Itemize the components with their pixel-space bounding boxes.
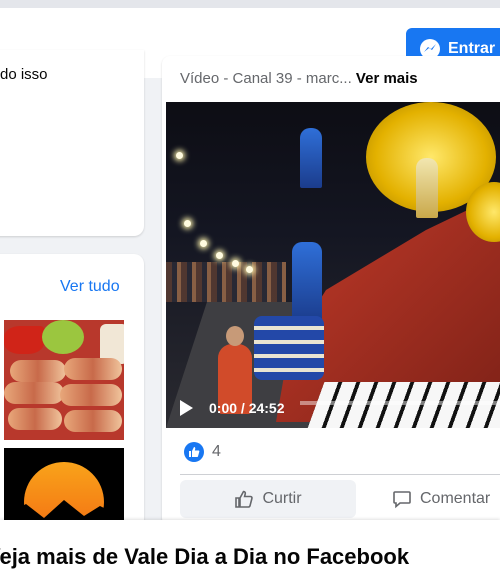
left-card-snippet: do isso (0, 66, 48, 83)
comment-icon (393, 491, 411, 509)
like-button-label: Curtir (262, 490, 302, 507)
like-outline-icon (235, 490, 254, 508)
photo-thumbnail-food[interactable] (4, 320, 124, 440)
action-divider (180, 474, 500, 475)
comment-button[interactable]: Comentar (392, 480, 500, 518)
video-player[interactable]: 0:00 / 24:52 (166, 102, 500, 428)
comment-button-label: Comentar (420, 490, 491, 507)
video-post: Vídeo - Canal 39 - marc... Ver mais 0:00… (162, 56, 500, 526)
post-caption: Vídeo - Canal 39 - marc... Ver mais (180, 70, 418, 87)
photo-thumbnail-logo[interactable] (4, 448, 124, 528)
login-banner: Veja mais de Vale Dia a Dia no Facebook (0, 520, 500, 580)
like-count: 4 (212, 443, 221, 460)
login-banner-text: Veja mais de Vale Dia a Dia no Facebook (0, 544, 410, 569)
like-button[interactable]: Curtir (180, 480, 356, 518)
video-controls: 0:00 / 24:52 (166, 388, 500, 428)
photos-card: Ver tudo (0, 254, 144, 554)
play-icon[interactable] (180, 400, 193, 416)
see-more-link[interactable]: Ver mais (356, 70, 418, 87)
see-all-link[interactable]: Ver tudo (60, 278, 120, 296)
reaction-summary[interactable]: 4 (184, 442, 221, 462)
post-caption-text: Vídeo - Canal 39 - marc... (180, 70, 352, 87)
left-card: do isso (0, 50, 144, 236)
video-progress-bar[interactable] (300, 401, 500, 405)
video-time: 0:00 / 24:52 (209, 400, 285, 416)
thumbs-up-icon (184, 442, 204, 462)
